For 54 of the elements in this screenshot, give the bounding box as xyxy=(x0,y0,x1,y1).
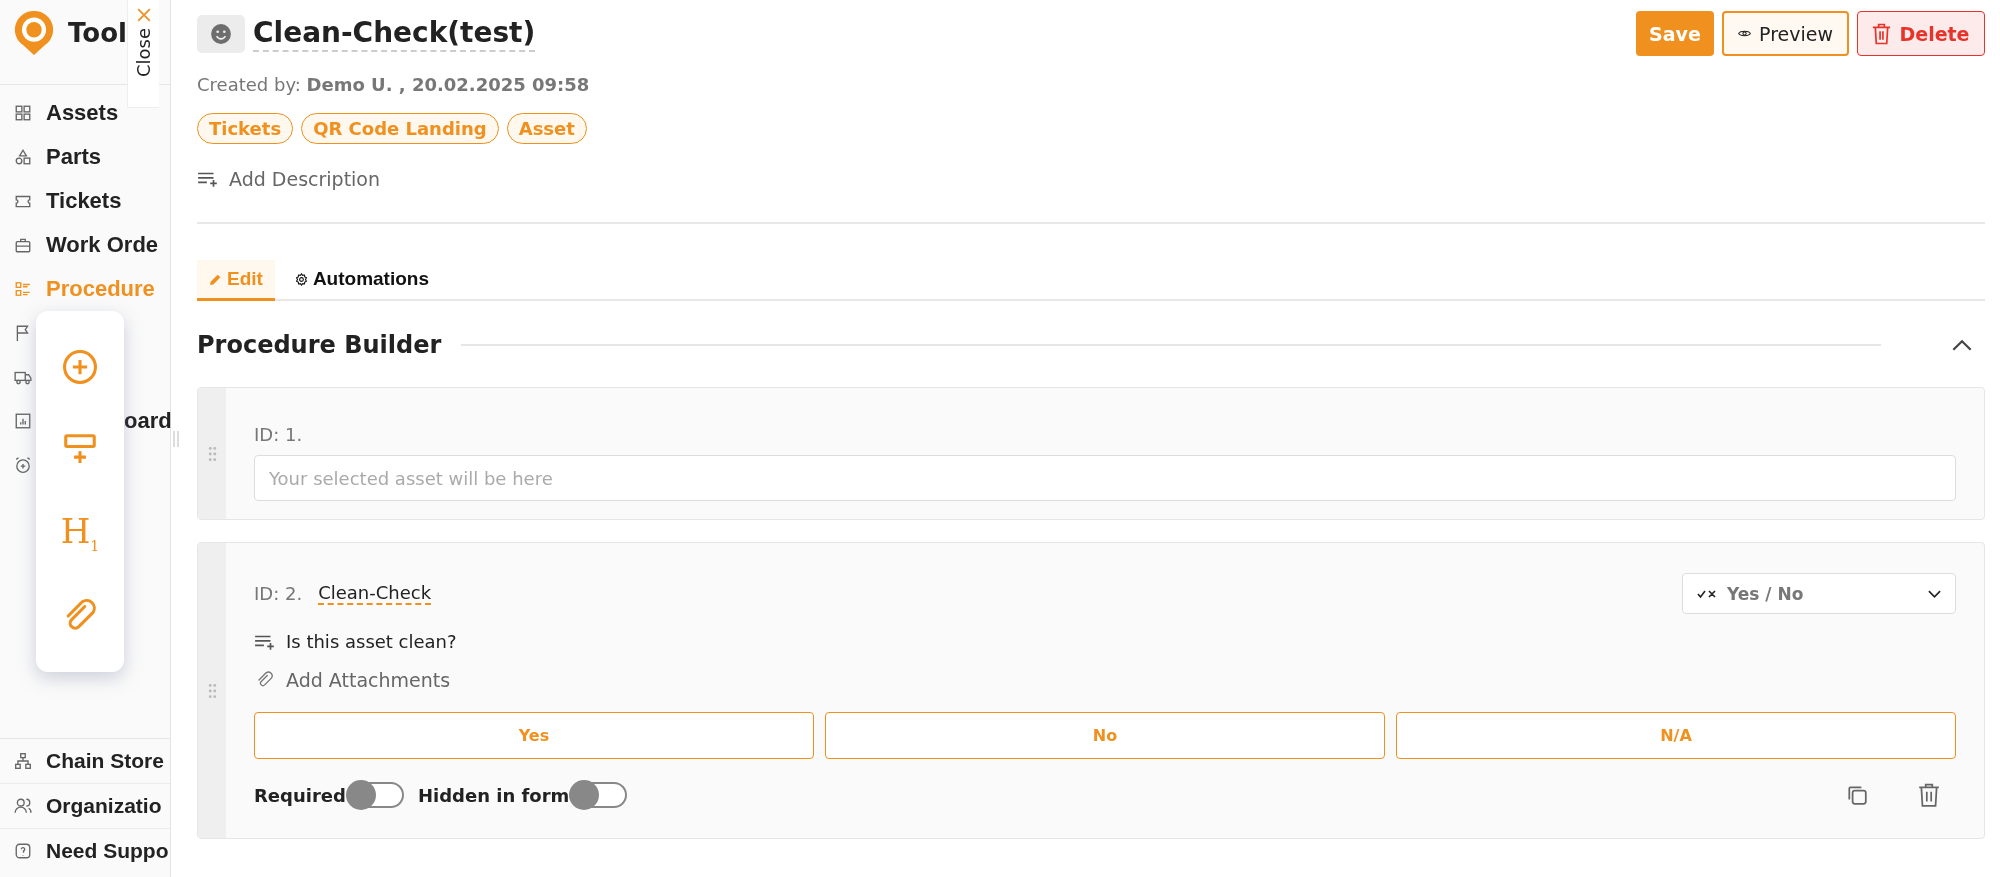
tab[interactable]: Automations xyxy=(282,260,441,301)
chevron-icon[interactable] xyxy=(1951,338,1973,352)
section-title: Procedure Builder xyxy=(197,331,442,359)
add-text-icon[interactable] xyxy=(197,170,219,188)
trash-icon[interactable] xyxy=(1918,783,1940,807)
copy-icon[interactable] xyxy=(1846,783,1868,807)
toggle-switch[interactable] xyxy=(347,782,404,808)
shapes-icon[interactable] xyxy=(14,148,32,166)
close-label[interactable]: Close xyxy=(133,28,154,78)
menu-item-label[interactable]: Assets xyxy=(46,100,119,126)
chart-icon[interactable] xyxy=(14,412,32,430)
step-name[interactable]: Clean-Check xyxy=(318,582,432,605)
procedure-title[interactable]: Clean-Check(test) xyxy=(253,16,536,52)
close-button[interactable]: Close xyxy=(127,0,159,108)
step-id: ID: 2. xyxy=(254,583,303,604)
gear-icon xyxy=(294,272,308,286)
toggle-switch[interactable] xyxy=(571,782,628,808)
preview-button[interactable]: Preview xyxy=(1722,11,1849,56)
flag-icon[interactable] xyxy=(14,324,32,342)
toggle-label: Hidden in form xyxy=(417,784,570,806)
menu-item-label[interactable]: Need Suppo xyxy=(46,839,169,863)
pencil-icon xyxy=(209,272,222,286)
delete-button[interactable]: Delete xyxy=(1857,11,1985,56)
users-icon[interactable] xyxy=(14,797,32,815)
add-description-link[interactable]: Add Description xyxy=(229,168,381,190)
emoji-picker[interactable] xyxy=(197,15,245,53)
question-text[interactable]: Is this asset clean? xyxy=(286,631,457,652)
chevron-down-icon xyxy=(1928,589,1941,598)
menu-item-label[interactable]: Parts xyxy=(46,144,102,170)
menu-item-label[interactable]: Chain Store xyxy=(46,749,164,773)
menu-item-label[interactable]: Organizatio xyxy=(46,794,162,818)
add-attachments-link[interactable]: Add Attachments xyxy=(286,669,451,691)
answer-type-dropdown[interactable]: Yes / No xyxy=(1682,573,1956,614)
close-icon xyxy=(136,8,151,22)
emoji-icon xyxy=(210,23,232,45)
resize-handle[interactable] xyxy=(173,430,179,447)
alarm-icon[interactable] xyxy=(14,456,32,474)
created-by-text: Created by: Demo U. , 20.02.2025 09:58 xyxy=(197,74,591,95)
drag-handle-icon[interactable] xyxy=(207,682,217,699)
menu-item-label[interactable]: Tickets xyxy=(46,188,122,214)
step-id: ID: 1. xyxy=(254,424,304,445)
help-icon[interactable] xyxy=(14,842,32,860)
pin-logo-icon xyxy=(12,8,56,58)
trash-icon xyxy=(1872,21,1892,46)
briefcase-icon[interactable] xyxy=(14,236,32,254)
brand-name: Tool xyxy=(68,18,127,48)
drag-handle-icon[interactable] xyxy=(207,445,217,462)
grid-icon[interactable] xyxy=(14,104,32,122)
toggle-label: Required xyxy=(254,784,346,806)
hierarchy-icon[interactable] xyxy=(14,752,32,770)
asset-field[interactable]: Your selected asset will be here xyxy=(254,455,1956,501)
check-cross-icon xyxy=(1697,588,1717,599)
menu-item-label[interactable]: Work Orde xyxy=(46,232,159,258)
menu-item-label[interactable]: oard xyxy=(124,408,172,434)
